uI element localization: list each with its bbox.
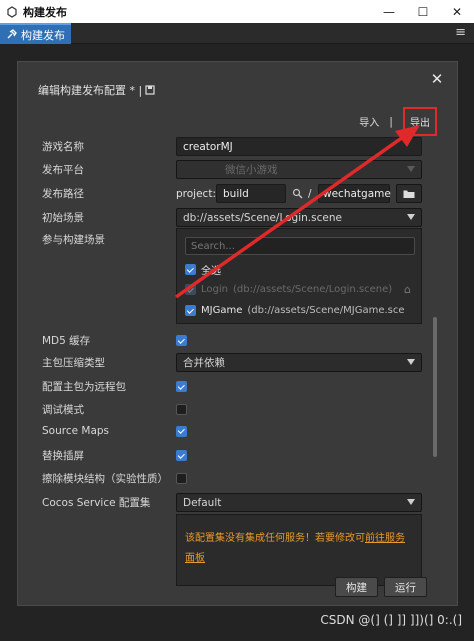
row-start-scene: 初始场景 db://assets/Scene/Login.scene <box>42 208 422 227</box>
mjgame-checkbox[interactable] <box>185 305 196 316</box>
mjgame-scene-path: (db://assets/Scene/MJGame.sce <box>247 305 405 316</box>
import-button[interactable]: 导入 <box>359 114 379 129</box>
cocos-service-label: Cocos Service 配置集 <box>42 497 151 509</box>
folder-input[interactable]: wechatgame <box>318 184 391 203</box>
row-compression: 主包压缩类型 合并依赖 <box>42 353 422 372</box>
window-controls: — ☐ ✕ <box>372 0 474 23</box>
window-title: 构建发布 <box>23 5 67 19</box>
replace-splash-checkbox[interactable] <box>176 450 187 461</box>
row-cocos-service: Cocos Service 配置集 Default <box>42 493 422 512</box>
dialog-title-text: 编辑构建发布配置 * | <box>38 84 143 97</box>
erase-module-label: 擦除模块结构（实验性质） <box>42 473 168 485</box>
window-titlebar: 构建发布 — ☐ ✕ <box>0 0 474 23</box>
chevron-down-icon <box>407 359 415 365</box>
home-icon: ⌂ <box>404 283 411 296</box>
game-name-input[interactable]: creatorMJ <box>176 137 422 156</box>
app-icon <box>7 5 17 18</box>
action-separator: | <box>389 115 393 128</box>
minimize-button[interactable]: — <box>372 0 406 23</box>
row-replace-splash: 替换插屏 <box>42 448 422 463</box>
compression-label: 主包压缩类型 <box>42 357 105 369</box>
scenes-label: 参与构建场景 <box>42 234 105 246</box>
md5-label: MD5 缓存 <box>42 335 91 347</box>
service-warning: 该配置集没有集成任何服务！若要修改可前往服务面板 <box>176 514 422 586</box>
chevron-down-icon <box>407 214 415 220</box>
erase-module-checkbox[interactable] <box>176 473 187 484</box>
maximize-button[interactable]: ☐ <box>406 0 440 23</box>
search-path-icon[interactable] <box>286 188 308 199</box>
source-maps-label: Source Maps <box>42 425 110 437</box>
csdn-watermark: CSDN @(] (] ]] ]])(] 0:.(] <box>320 613 462 627</box>
debug-checkbox[interactable] <box>176 404 187 415</box>
platform-select: 微信小游戏 <box>176 160 422 179</box>
login-scene-name: Login <box>201 284 228 295</box>
config-actions: 导入 | 导出 <box>359 107 437 136</box>
start-scene-select[interactable]: db://assets/Scene/Login.scene <box>176 208 422 227</box>
compression-select[interactable]: 合并依赖 <box>176 353 422 372</box>
menu-icon[interactable]: ≡ <box>455 25 466 40</box>
select-all-label: 全选 <box>201 266 221 277</box>
cocos-service-select[interactable]: Default <box>176 493 422 512</box>
game-name-label: 游戏名称 <box>42 141 84 153</box>
remote-bundle-checkbox[interactable] <box>176 381 187 392</box>
warning-text: 该配置集没有集成任何服务！若要修改可 <box>185 533 365 544</box>
folder-icon <box>403 190 415 198</box>
row-platform: 发布平台 微信小游戏 <box>42 160 422 179</box>
row-game-name: 游戏名称 creatorMJ <box>42 137 422 156</box>
hammer-icon <box>7 29 17 39</box>
compression-value: 合并依赖 <box>183 357 225 369</box>
chevron-down-icon <box>407 499 415 505</box>
dialog-scrollbar[interactable] <box>433 317 437 457</box>
start-scene-label: 初始场景 <box>42 212 84 224</box>
build-config-dialog: 编辑构建发布配置 * | ✕ 导入 | 导出 游戏名称 creatorMJ 发布… <box>17 61 458 606</box>
row-remote-bundle: 配置主包为远程包 <box>42 379 422 394</box>
select-all-checkbox[interactable] <box>185 264 196 275</box>
tab-label: 构建发布 <box>21 28 65 42</box>
tab-build-publish[interactable]: 构建发布 <box>0 23 71 44</box>
close-window-button[interactable]: ✕ <box>440 0 474 23</box>
run-button[interactable]: 运行 <box>384 577 427 597</box>
dialog-title: 编辑构建发布配置 * | <box>38 82 155 98</box>
dialog-footer: 构建 运行 <box>335 577 427 597</box>
mjgame-scene-name: MJGame <box>201 305 243 316</box>
platform-label: 发布平台 <box>42 164 84 176</box>
login-checkbox <box>185 284 196 295</box>
source-maps-checkbox[interactable] <box>176 425 187 437</box>
row-source-maps: Source Maps <box>42 425 422 437</box>
remote-bundle-label: 配置主包为远程包 <box>42 381 126 393</box>
tab-bar: 构建发布 ≡ <box>0 23 474 44</box>
row-debug: 调试模式 <box>42 402 422 417</box>
start-scene-value: db://assets/Scene/Login.scene <box>183 211 342 224</box>
scene-item-login: Login (db://assets/Scene/Login.scene) <box>185 284 392 295</box>
path-input[interactable]: build <box>216 184 286 203</box>
row-erase-module: 擦除模块结构（实验性质） <box>42 471 422 486</box>
cocos-service-value: Default <box>183 496 222 509</box>
dialog-close-button[interactable]: ✕ <box>429 71 445 87</box>
scene-item-mjgame[interactable]: MJGame (db://assets/Scene/MJGame.sce <box>185 305 405 316</box>
debug-label: 调试模式 <box>42 404 84 416</box>
login-scene-path: (db://assets/Scene/Login.scene) <box>232 284 393 295</box>
export-highlight-box: 导出 <box>403 107 437 136</box>
row-path: 发布路径 project:// build / wechatgame <box>42 184 422 203</box>
platform-value: 微信小游戏 <box>225 164 278 176</box>
scene-list: Search... 全选 Login (db://assets/Scene/Lo… <box>176 228 422 324</box>
path-label: 发布路径 <box>42 188 84 200</box>
export-button[interactable]: 导出 <box>410 118 430 129</box>
md5-checkbox[interactable] <box>176 335 187 346</box>
path-slash: / <box>308 187 312 200</box>
save-icon[interactable] <box>145 85 155 95</box>
select-all-item[interactable]: 全选 <box>185 262 221 277</box>
replace-splash-label: 替换插屏 <box>42 450 84 462</box>
build-button[interactable]: 构建 <box>335 577 378 597</box>
chevron-down-icon <box>407 166 415 172</box>
path-prefix: project:// <box>176 187 224 200</box>
row-md5: MD5 缓存 <box>42 333 422 348</box>
open-folder-button[interactable] <box>396 184 422 203</box>
scene-search-input[interactable]: Search... <box>185 237 415 255</box>
